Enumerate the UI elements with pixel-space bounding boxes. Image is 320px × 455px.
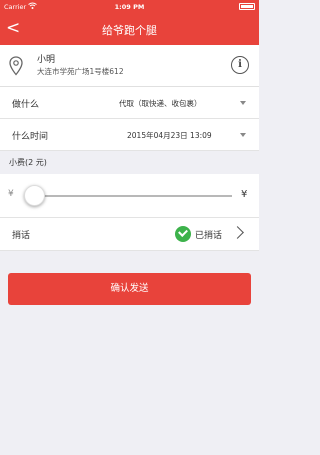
- task-type-label: 做什么: [12, 100, 40, 110]
- fee-slider-row: ¥ ¥: [0, 174, 259, 218]
- check-circle-icon: [175, 226, 191, 242]
- address-row[interactable]: 小明 大连市学苑广场1号楼612 i: [0, 45, 259, 87]
- message-status: 已捎话: [195, 231, 223, 241]
- nav-bar: < 给爷跑个腿: [0, 14, 259, 45]
- fee-label: 小费(2 元): [9, 158, 47, 167]
- dropdown-caret-icon: [240, 133, 246, 137]
- contact-name: 小明: [37, 55, 56, 65]
- fee-slider-thumb[interactable]: [24, 185, 45, 206]
- task-type-row[interactable]: 做什么 代取（取快递、收包裹）: [0, 87, 259, 119]
- battery-icon: [239, 3, 255, 10]
- task-type-value: 代取（取快递、收包裹）: [119, 99, 202, 108]
- time-value: 2015年04月23日 13:09: [127, 131, 212, 140]
- address-line: 大连市学苑广场1号楼612: [37, 67, 124, 76]
- location-pin-icon: [9, 56, 23, 76]
- message-label: 捎话: [12, 231, 31, 241]
- status-time: 1:09 PM: [114, 3, 145, 11]
- status-bar: Carrier 1:09 PM: [0, 0, 259, 14]
- chevron-right-icon: [231, 226, 244, 239]
- confirm-send-button[interactable]: 确认发送: [8, 273, 251, 305]
- message-row[interactable]: 捎话 已捎话: [0, 218, 259, 251]
- time-row[interactable]: 什么时间 2015年04月23日 13:09: [0, 119, 259, 151]
- time-label: 什么时间: [12, 132, 49, 142]
- fee-slider-track[interactable]: [35, 195, 232, 197]
- yuan-max-icon: ¥: [241, 189, 248, 200]
- dropdown-caret-icon: [240, 101, 246, 105]
- info-icon[interactable]: i: [231, 56, 249, 74]
- fee-header: 小费(2 元): [0, 151, 259, 174]
- yuan-min-icon: ¥: [8, 189, 14, 199]
- page-title: 给爷跑个腿: [102, 24, 157, 37]
